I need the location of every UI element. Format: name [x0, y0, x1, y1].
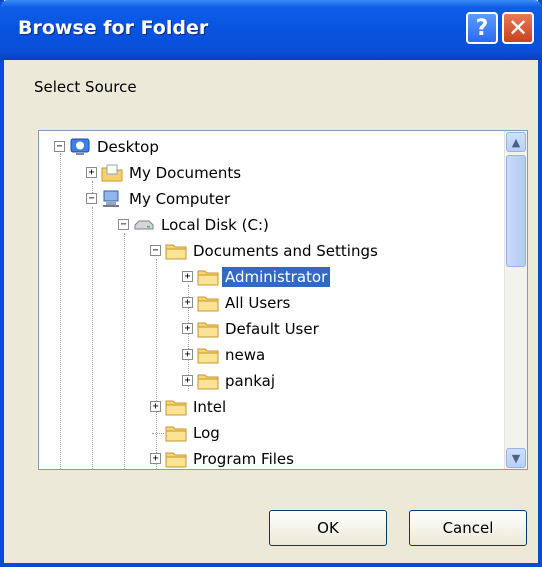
folder-icon [165, 424, 187, 442]
my-documents-icon [101, 164, 123, 182]
tree-scrollbar[interactable]: ▲ ▼ [504, 131, 527, 469]
expand-icon[interactable]: + [182, 375, 193, 386]
dialog-prompt: Select Source [34, 78, 137, 96]
folder-icon [165, 242, 187, 260]
tree-node[interactable]: − Desktop [39, 135, 499, 159]
chevron-down-icon: ▼ [511, 451, 521, 465]
folder-icon [197, 320, 219, 338]
expand-icon[interactable]: + [182, 297, 193, 308]
tree-node[interactable]: + My Documents [39, 161, 499, 185]
tree-node[interactable]: + Administrator [39, 265, 499, 289]
my-computer-icon [101, 190, 123, 208]
collapse-icon[interactable]: − [118, 219, 129, 230]
tree-node[interactable]: + Default User [39, 317, 499, 341]
close-button[interactable]: ✕ [502, 12, 534, 44]
tree-node-label[interactable]: All Users [222, 293, 293, 313]
tree-node-label[interactable]: Program Files [190, 449, 297, 469]
tree-guide-line [152, 433, 164, 434]
expand-icon[interactable]: + [150, 401, 161, 412]
tree-node-label[interactable]: newa [222, 345, 268, 365]
expand-icon[interactable]: + [182, 349, 193, 360]
collapse-icon[interactable]: − [54, 141, 65, 152]
tree-node-label[interactable]: pankaj [222, 371, 278, 391]
expand-icon[interactable]: + [86, 167, 97, 178]
browse-for-folder-dialog: Browse for Folder ? ✕ Select Source − Des… [0, 0, 542, 567]
ok-button[interactable]: OK [269, 510, 387, 546]
tree-node-label[interactable]: Local Disk (C:) [158, 215, 272, 235]
help-icon: ? [475, 15, 489, 41]
tree-node[interactable]: − My Computer [39, 187, 499, 211]
tree-node[interactable]: + newa [39, 343, 499, 367]
desktop-icon [69, 138, 91, 156]
tree-node-label[interactable]: Desktop [94, 137, 162, 157]
tree-node-label[interactable]: Intel [190, 397, 229, 417]
chevron-up-icon: ▲ [511, 135, 521, 149]
folder-icon [165, 398, 187, 416]
expand-icon[interactable]: + [150, 453, 161, 464]
tree-node[interactable]: Log [39, 421, 499, 445]
title-bar[interactable]: Browse for Folder ? ✕ [0, 0, 542, 60]
folder-tree[interactable]: − Desktop + My Documents − My Computer − Local … [38, 130, 528, 470]
tree-node-label[interactable]: Documents and Settings [190, 241, 381, 261]
window-title: Browse for Folder [18, 17, 209, 39]
tree-node[interactable]: + pankaj [39, 369, 499, 393]
folder-icon [165, 450, 187, 468]
close-icon: ✕ [507, 14, 529, 42]
expand-icon[interactable]: + [182, 271, 193, 282]
tree-node-label[interactable]: My Documents [126, 163, 244, 183]
collapse-icon[interactable]: − [150, 245, 161, 256]
tree-node-label[interactable]: Log [190, 423, 223, 443]
collapse-icon[interactable]: − [86, 193, 97, 204]
scroll-thumb[interactable] [506, 155, 526, 267]
tree-node-label[interactable]: Administrator [222, 267, 331, 287]
scroll-down-button[interactable]: ▼ [506, 448, 526, 468]
folder-icon [197, 268, 219, 286]
drive-icon [133, 216, 155, 234]
cancel-button[interactable]: Cancel [409, 510, 527, 546]
tree-node[interactable]: − Documents and Settings [39, 239, 499, 263]
tree-node[interactable]: − Local Disk (C:) [39, 213, 499, 237]
folder-icon [197, 372, 219, 390]
tree-node-label[interactable]: My Computer [126, 189, 233, 209]
tree-node-label[interactable]: Default User [222, 319, 322, 339]
folder-icon [197, 346, 219, 364]
tree-node[interactable]: + Intel [39, 395, 499, 419]
tree-node[interactable]: + All Users [39, 291, 499, 315]
scroll-up-button[interactable]: ▲ [506, 132, 526, 152]
expand-icon[interactable]: + [182, 323, 193, 334]
folder-icon [197, 294, 219, 312]
tree-node[interactable]: + Program Files [39, 447, 499, 469]
help-button[interactable]: ? [466, 12, 498, 44]
